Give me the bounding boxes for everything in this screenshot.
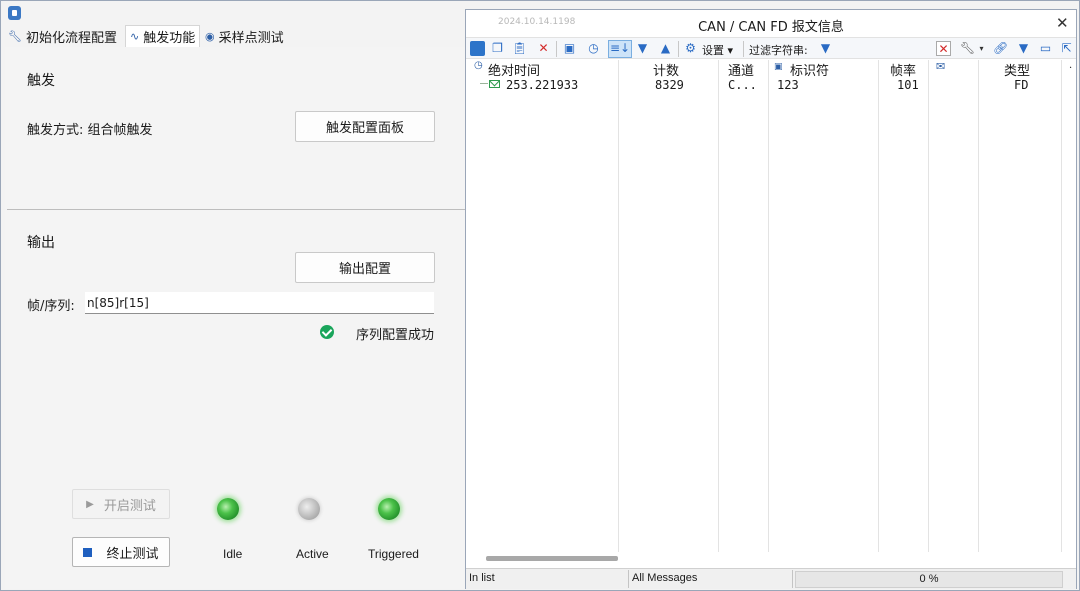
progress-text: 0 % xyxy=(919,573,939,585)
app-icon xyxy=(8,6,21,20)
idle-indicator-led xyxy=(217,498,239,520)
column-divider xyxy=(928,60,929,552)
tab-label: 采样点测试 xyxy=(218,30,284,46)
column-divider xyxy=(978,60,979,552)
stop-test-label: 终止测试 xyxy=(106,546,159,562)
play-icon: ▶ xyxy=(86,498,94,510)
active-indicator-led xyxy=(298,498,320,520)
status-bar: In list All Messages 0 % xyxy=(466,568,1076,589)
trigger-mode-label: 触发方式: 组合帧触发 xyxy=(27,123,153,138)
triggered-label: Triggered xyxy=(368,547,419,561)
copy-icon[interactable]: ❐ xyxy=(490,41,505,56)
window-close-icon[interactable]: ▭ xyxy=(1038,41,1053,56)
toolbar-separator xyxy=(743,41,744,57)
column-divider xyxy=(718,60,719,552)
calendar-icon[interactable]: ▣ xyxy=(562,41,577,56)
tab-sample-point-test[interactable]: ◉ 采样点测试 xyxy=(205,25,284,47)
status-divider xyxy=(628,570,629,588)
column-header-type[interactable]: 类型 xyxy=(1004,60,1030,79)
tab-bar: 🔧︎ 初始化流程配置 ∿ 触发功能 ◉ 采样点测试 xyxy=(5,25,467,47)
chevron-down-icon[interactable]: ▾ xyxy=(974,41,989,56)
tab-trigger-function[interactable]: ∿ 触发功能 xyxy=(125,25,201,47)
pause-icon[interactable] xyxy=(470,41,485,56)
status-in-list: In list xyxy=(469,572,495,584)
funnel-icon[interactable]: ▼ xyxy=(1016,41,1031,56)
settings-label: 设置 xyxy=(702,44,724,57)
column-divider xyxy=(618,60,619,552)
can-toolbar: ❐ 📋︎ ✕ ▣ ◷ ≡↓ ▼ ▲ ⚙ 设置 ▾ 过滤字符串: ▼ ✕ 🔧︎ ▾… xyxy=(466,37,1076,59)
column-divider xyxy=(768,60,769,552)
trigger-panel: 触发 触发方式: 组合帧触发 触发配置面板 输出 输出配置 帧/序列: 序列配置… xyxy=(5,47,465,589)
cell-channel: C... xyxy=(728,78,757,92)
gear-icon[interactable]: ⚙ xyxy=(683,41,698,56)
paste-icon[interactable]: 📋︎ xyxy=(512,41,527,56)
can-window-title: CAN / CAN FD 报文信息 xyxy=(698,20,844,35)
start-test-label: 开启测试 xyxy=(103,498,156,514)
start-test-button[interactable]: ▶ 开启测试 xyxy=(72,489,170,519)
column-header-time[interactable]: 绝对时间 xyxy=(488,60,540,79)
column-header-id[interactable]: 标识符 xyxy=(790,60,829,79)
trigger-section-title: 触发 xyxy=(27,73,55,89)
arrow-down-icon[interactable]: ▼ xyxy=(635,41,650,56)
horizontal-scrollbar[interactable] xyxy=(486,556,618,561)
mail-column-icon: ✉ xyxy=(936,60,946,73)
clear-filter-icon[interactable]: ✕ xyxy=(936,41,951,56)
cell-id: 123 xyxy=(777,78,799,92)
clock-icon[interactable]: ◷ xyxy=(586,41,601,56)
wrench-dropdown-icon[interactable]: 🔧︎ xyxy=(960,41,975,56)
tab-label: 触发功能 xyxy=(143,31,196,46)
output-config-button[interactable]: 输出配置 xyxy=(295,252,435,283)
toolbar-separator xyxy=(678,41,679,57)
clock-column-icon: ◷ xyxy=(474,60,483,71)
sort-icon[interactable]: ≡↓ xyxy=(608,40,632,58)
sequence-status-text: 序列配置成功 xyxy=(356,328,435,343)
export-icon[interactable]: ⇱ xyxy=(1059,41,1074,56)
clear-icon[interactable]: ✕ xyxy=(536,41,551,56)
link-icon[interactable]: 🔗︎ xyxy=(993,41,1008,56)
cell-rate: 101 xyxy=(897,78,919,92)
tab-init-config[interactable]: 🔧︎ 初始化流程配置 xyxy=(8,25,117,47)
idle-label: Idle xyxy=(223,547,243,561)
wrench-icon: 🔧︎ xyxy=(8,29,22,43)
can-message-window: 2024.10.14.1198 CAN / CAN FD 报文信息 ✕ ❐ 📋︎… xyxy=(465,9,1077,589)
check-circle-icon xyxy=(320,325,334,339)
status-divider xyxy=(792,570,793,588)
close-icon[interactable]: ✕ xyxy=(1056,14,1069,32)
main-window: 🔧︎ 初始化流程配置 ∿ 触发功能 ◉ 采样点测试 触发 触发方式: 组合帧触发… xyxy=(0,0,1080,591)
column-header-channel[interactable]: 通道 xyxy=(728,60,754,79)
column-header-rate[interactable]: 帧率 xyxy=(890,60,916,79)
cell-count: 8329 xyxy=(655,78,684,92)
tab-label: 初始化流程配置 xyxy=(25,30,117,46)
can-window-titlebar[interactable]: 2024.10.14.1198 CAN / CAN FD 报文信息 ✕ xyxy=(466,10,1076,36)
filter-label: 过滤字符串: xyxy=(749,44,808,57)
output-section-title: 输出 xyxy=(27,235,55,251)
triggered-indicator-led xyxy=(378,498,400,520)
wave-icon: ∿ xyxy=(130,30,140,43)
toolbar-separator xyxy=(556,41,557,57)
sequence-label: 帧/序列: xyxy=(27,299,75,314)
table-row[interactable]: 253.221933 8329 C... 123 101 FD xyxy=(466,78,1076,94)
settings-menu[interactable]: 设置 ▾ xyxy=(702,42,733,58)
arrow-up-icon[interactable]: ▲ xyxy=(658,41,673,56)
active-label: Active xyxy=(296,547,329,561)
stop-test-button[interactable]: 终止测试 xyxy=(72,537,170,567)
grid-header: ◷ 绝对时间 计数 通道 ▣ 标识符 帧率 ✉ 类型 . xyxy=(466,60,1076,79)
section-divider xyxy=(7,209,465,210)
column-divider xyxy=(1061,60,1062,552)
stop-icon xyxy=(83,547,93,557)
filter-icon[interactable]: ▼ xyxy=(818,41,833,56)
column-divider xyxy=(878,60,879,552)
trigger-config-panel-button[interactable]: 触发配置面板 xyxy=(295,111,435,142)
disc-icon: ◉ xyxy=(205,29,215,43)
progress-bar: 0 % xyxy=(795,571,1063,588)
mail-icon xyxy=(489,80,500,88)
tree-connector xyxy=(480,83,488,84)
cell-time: 253.221933 xyxy=(506,78,579,92)
status-messages: All Messages xyxy=(632,572,698,584)
id-column-icon: ▣ xyxy=(774,62,783,72)
sequence-input[interactable] xyxy=(85,292,434,314)
cell-type: FD xyxy=(1014,78,1029,92)
column-overflow-indicator: . xyxy=(1069,60,1073,71)
column-header-count[interactable]: 计数 xyxy=(653,60,679,79)
